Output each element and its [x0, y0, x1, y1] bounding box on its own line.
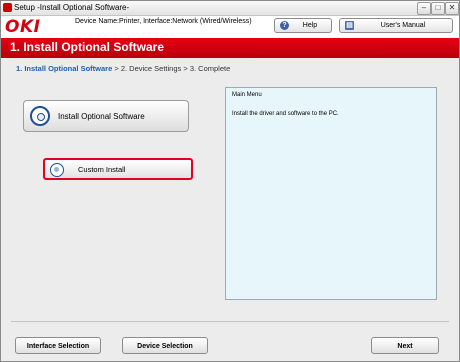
info-panel: Main Menu Install the driver and softwar… [225, 87, 437, 300]
device-name-text: Device Name:Printer, Interface:Network (… [75, 18, 252, 25]
window-title: Setup -Install Optional Software- [14, 3, 130, 12]
info-panel-text: Install the driver and software to the P… [232, 111, 339, 117]
book-icon: ▤ [345, 21, 354, 30]
custom-install-label: Custom Install [78, 165, 126, 174]
oki-app-icon [3, 3, 12, 12]
maximize-button[interactable]: □ [431, 2, 445, 15]
interface-selection-button[interactable]: Interface Selection [15, 337, 101, 354]
custom-install-button[interactable]: Custom Install [43, 158, 193, 180]
setup-window: Setup -Install Optional Software- – □ ✕ … [0, 0, 460, 362]
help-label: Help [302, 22, 318, 29]
step-rest: > 2. Device Settings > 3. Complete [112, 64, 231, 73]
section-banner: 1. Install Optional Software [1, 38, 459, 58]
minimize-button[interactable]: – [417, 2, 431, 15]
header: OKI Device Name:Printer, Interface:Netwo… [1, 16, 459, 38]
disc-icon [30, 106, 50, 126]
step-current: 1. Install Optional Software [16, 64, 113, 73]
disc-icon [50, 163, 64, 177]
footer-divider [11, 321, 449, 322]
close-button[interactable]: ✕ [445, 2, 459, 15]
title-bar: Setup -Install Optional Software- – □ ✕ [1, 1, 459, 16]
next-button[interactable]: Next [371, 337, 439, 354]
question-icon: ? [280, 21, 289, 30]
users-manual-label: User's Manual [380, 22, 426, 29]
page-title: 1. Install Optional Software [10, 40, 165, 54]
oki-logo: OKI [5, 17, 41, 37]
info-panel-title: Main Menu [232, 92, 262, 98]
install-optional-software-button[interactable]: Install Optional Software [23, 100, 189, 132]
help-button[interactable]: ? Help [274, 18, 332, 33]
device-selection-button[interactable]: Device Selection [122, 337, 208, 354]
users-manual-button[interactable]: ▤ User's Manual [339, 18, 453, 33]
breadcrumb: 1. Install Optional Software > 2. Device… [16, 64, 230, 73]
install-button-label: Install Optional Software [58, 112, 145, 121]
